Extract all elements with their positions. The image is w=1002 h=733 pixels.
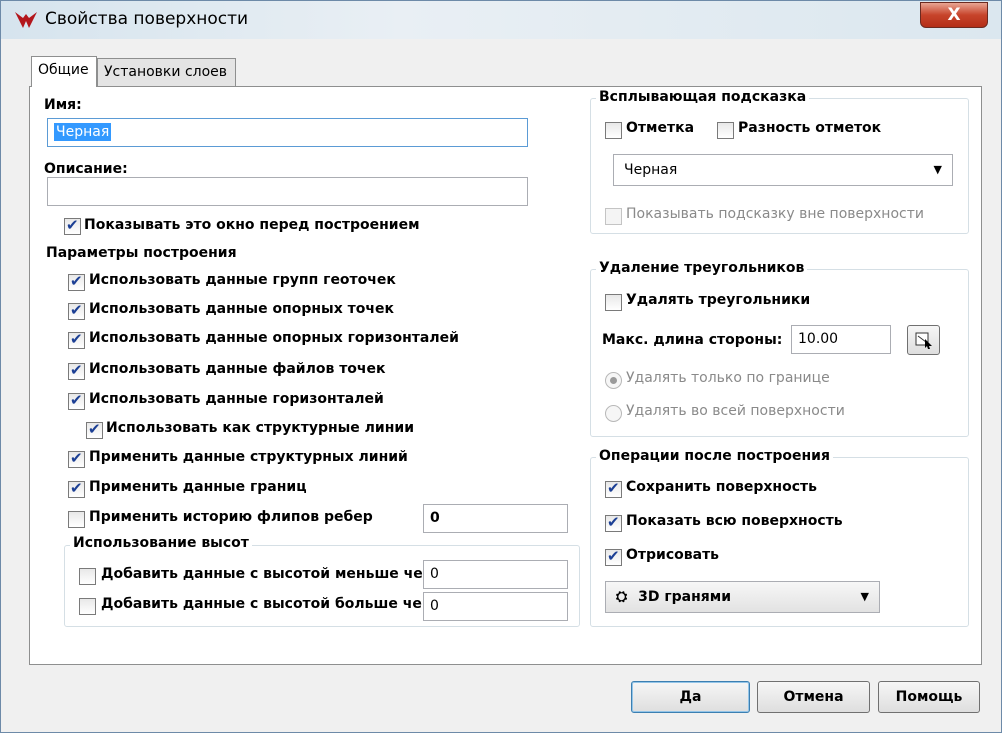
ok-button[interactable]: Да [631, 681, 750, 713]
name-input[interactable]: Черная [47, 118, 528, 147]
heights-group-title: Использование высот [70, 535, 252, 551]
use-control-contours-label: Использовать данные опорных горизонталей [89, 330, 459, 346]
help-button[interactable]: Помощь [878, 681, 980, 713]
height-greater-label: Добавить данные с высотой больше чем: [101, 596, 439, 612]
pick-in-drawing-icon [915, 332, 932, 349]
elevation-checkbox[interactable] [605, 122, 622, 139]
tooltip-surface-value: Черная [624, 162, 678, 178]
render-mode-select[interactable]: ⛭ 3D гранями ▼ [605, 581, 880, 613]
save-surface-label: Сохранить поверхность [626, 479, 817, 495]
show-all-checkbox[interactable] [605, 513, 622, 532]
delete-whole-surface-radio[interactable] [605, 405, 622, 422]
delete-triangles-checkbox[interactable] [605, 294, 622, 311]
use-control-points-checkbox[interactable] [68, 301, 85, 320]
tab-general[interactable]: Общие [31, 56, 97, 87]
use-geopoint-groups-checkbox[interactable] [68, 272, 85, 291]
apply-boundaries-label: Применить данные границ [89, 479, 307, 495]
3d-faces-icon: ⛭ [616, 589, 628, 605]
use-control-contours-checkbox[interactable] [68, 330, 85, 349]
app-logo-icon [15, 12, 37, 28]
apply-breaklines-checkbox[interactable] [68, 449, 85, 468]
use-contours-checkbox[interactable] [68, 391, 85, 410]
show-all-label: Показать всю поверхность [626, 513, 843, 529]
chevron-down-icon: ▼ [860, 590, 869, 603]
dialog-client: Общие Установки слоев Имя: Черная Описан… [13, 39, 991, 723]
show-before-build-label: Показывать это окно перед построением [84, 217, 420, 233]
max-side-input[interactable]: 10.00 [791, 325, 891, 354]
use-geopoint-groups-label: Использовать данные групп геоточек [89, 272, 396, 288]
apply-breaklines-label: Применить данные структурных линий [89, 449, 408, 465]
apply-flip-history-checkbox[interactable] [68, 511, 85, 528]
elevation-diff-label: Разность отметок [738, 120, 882, 136]
name-input-value: Черная [54, 123, 112, 141]
delete-whole-surface-label: Удалять во всей поверхности [626, 403, 845, 419]
name-label: Имя: [44, 97, 82, 113]
surface-properties-dialog: Свойства поверхности X Общие Установки с… [0, 0, 1002, 733]
close-button[interactable]: X [920, 2, 988, 28]
render-mode-value: 3D гранями [638, 589, 732, 605]
show-outside-checkbox[interactable] [605, 208, 622, 225]
pick-length-button[interactable] [907, 325, 940, 355]
save-surface-checkbox[interactable] [605, 479, 622, 498]
apply-flip-history-label: Применить историю флипов ребер [89, 509, 373, 525]
delete-border-only-label: Удалять только по границе [626, 370, 830, 386]
draw-label: Отрисовать [626, 547, 720, 563]
cancel-button[interactable]: Отмена [757, 681, 870, 713]
use-contours-label: Использовать данные горизонталей [89, 391, 384, 407]
use-control-points-label: Использовать данные опорных точек [89, 301, 394, 317]
delete-triangles-label: Удалять треугольники [626, 292, 811, 308]
tooltip-surface-select[interactable]: Черная ▼ [613, 154, 953, 186]
show-before-build-checkbox[interactable] [64, 216, 81, 235]
chevron-down-icon: ▼ [933, 163, 942, 176]
height-less-checkbox[interactable] [79, 568, 96, 585]
description-input[interactable] [47, 177, 528, 206]
height-greater-input[interactable]: 0 [423, 592, 568, 621]
title-bar[interactable]: Свойства поверхности X [1, 1, 1001, 39]
tab-layer-settings[interactable]: Установки слоев [97, 58, 236, 86]
tooltip-group-title: Всплывающая подсказка [596, 89, 810, 105]
triangle-removal-title: Удаление треугольников [596, 260, 808, 276]
elevation-label: Отметка [626, 120, 695, 136]
height-less-label: Добавить данные с высотой меньше чем: [101, 566, 440, 582]
use-as-breaklines-label: Использовать как структурные линии [106, 420, 415, 436]
height-less-input[interactable]: 0 [423, 560, 568, 589]
use-as-breaklines-checkbox[interactable] [86, 420, 103, 439]
apply-boundaries-checkbox[interactable] [68, 479, 85, 498]
general-tab-panel: Имя: Черная Описание: Показывать это окн… [29, 86, 982, 665]
elevation-diff-checkbox[interactable] [717, 122, 734, 139]
delete-border-only-radio[interactable] [605, 372, 622, 389]
flip-history-input[interactable]: 0 [423, 504, 568, 533]
use-point-files-checkbox[interactable] [68, 361, 85, 380]
description-label: Описание: [44, 161, 128, 177]
draw-checkbox[interactable] [605, 547, 622, 566]
show-outside-label: Показывать подсказку вне поверхности [626, 206, 924, 222]
height-greater-checkbox[interactable] [79, 598, 96, 615]
window-title: Свойства поверхности [45, 9, 249, 29]
max-side-label: Макс. длина стороны: [602, 332, 783, 348]
use-point-files-label: Использовать данные файлов точек [89, 361, 386, 377]
post-build-title: Операции после построения [596, 448, 833, 464]
build-params-title: Параметры построения [46, 245, 237, 261]
